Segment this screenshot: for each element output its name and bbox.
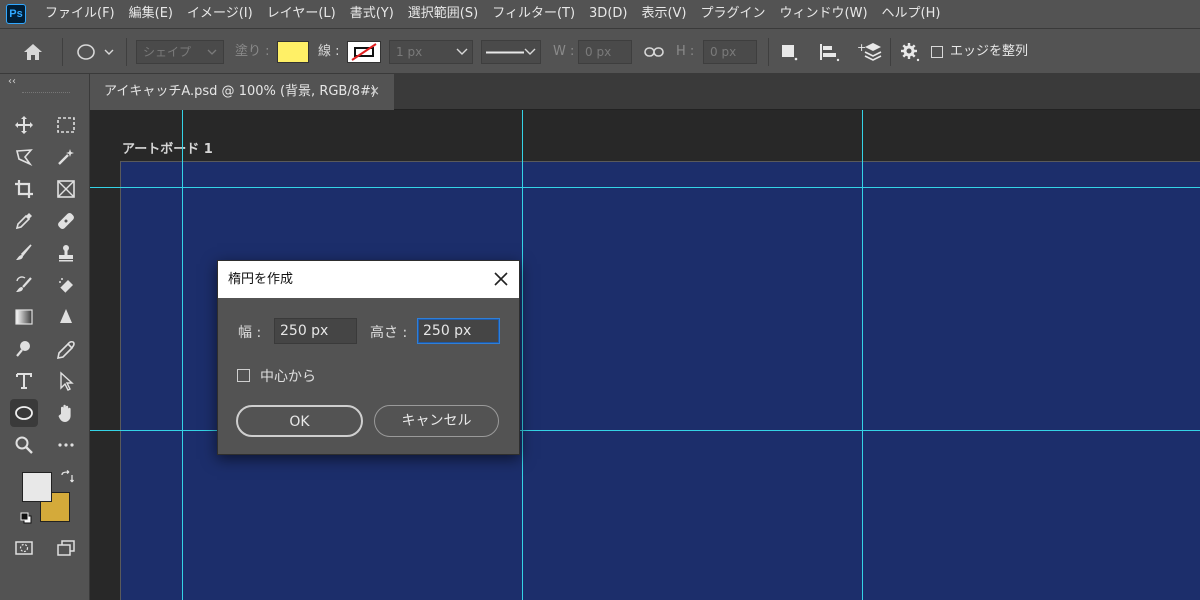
- h-value: 0 px: [710, 45, 737, 59]
- marquee-icon[interactable]: [52, 111, 80, 139]
- menu-select[interactable]: 選択範囲(S): [401, 0, 485, 28]
- default-colors-icon[interactable]: [20, 512, 32, 524]
- zoom-icon[interactable]: [10, 431, 38, 459]
- ellipse-icon[interactable]: [10, 399, 38, 427]
- eraser-icon[interactable]: [52, 271, 80, 299]
- width-label: 幅 :: [238, 325, 262, 341]
- tools-panel: ‹‹: [0, 74, 90, 600]
- document-tab[interactable]: アイキャッチA.psd @ 100% (背景, RGB/8#) ×: [90, 74, 394, 110]
- menu-filter[interactable]: フィルター(T): [485, 0, 582, 28]
- dodge-icon[interactable]: [10, 335, 38, 363]
- fill-swatch[interactable]: [277, 41, 309, 63]
- cancel-button[interactable]: キャンセル: [374, 405, 499, 437]
- menu-file[interactable]: ファイル(F): [38, 0, 122, 28]
- home-icon[interactable]: [22, 29, 44, 75]
- frame-icon[interactable]: [52, 175, 80, 203]
- h-field[interactable]: 0 px: [703, 40, 757, 64]
- link-icon[interactable]: [644, 29, 664, 75]
- document-tab-bar: アイキャッチA.psd @ 100% (背景, RGB/8#) ×: [90, 74, 1200, 110]
- artboard-label[interactable]: アートボード 1: [122, 138, 213, 157]
- width-input[interactable]: 250 px: [274, 318, 357, 344]
- ellipse-tool-preset-icon[interactable]: [75, 29, 115, 75]
- menu-layer[interactable]: レイヤー(L): [260, 0, 343, 28]
- path-operations-icon[interactable]: [779, 29, 799, 75]
- align-edges-label: エッジを整列: [950, 44, 1029, 59]
- svg-text:+: +: [857, 41, 866, 54]
- from-center-checkbox[interactable]: [237, 369, 250, 382]
- foreground-color-swatch[interactable]: [22, 472, 52, 502]
- photoshop-logo: Ps: [6, 4, 26, 24]
- options-bar: シェイプ 塗り : 線 : 1 px W : 0 px H : 0 px + エ…: [0, 28, 1200, 74]
- ok-button[interactable]: OK: [236, 405, 363, 437]
- lasso-icon[interactable]: [10, 143, 38, 171]
- height-input[interactable]: 250 px: [417, 318, 500, 344]
- close-icon[interactable]: [491, 269, 511, 289]
- pen-icon[interactable]: [52, 335, 80, 363]
- brush-icon[interactable]: [10, 239, 38, 267]
- eyedropper-icon[interactable]: [10, 207, 38, 235]
- path-select-icon[interactable]: [52, 367, 80, 395]
- chevron-down-icon: [207, 49, 217, 55]
- close-icon[interactable]: ×: [369, 74, 380, 110]
- crop-icon[interactable]: [10, 175, 38, 203]
- collapse-panel-icon[interactable]: ‹‹: [8, 76, 16, 87]
- from-center-label: 中心から: [260, 369, 316, 385]
- menu-help[interactable]: ヘルプ(H): [875, 0, 948, 28]
- more-icon[interactable]: [52, 431, 80, 459]
- align-edges-checkbox[interactable]: [931, 46, 943, 58]
- screen-mode-icon[interactable]: [52, 534, 80, 562]
- fill-label: 塗り :: [235, 44, 270, 59]
- height-value: 250 px: [423, 323, 472, 339]
- history-brush-icon[interactable]: [10, 271, 38, 299]
- quickmask-icon[interactable]: [10, 534, 38, 562]
- shape-mode-value: シェイプ: [143, 45, 192, 59]
- gear-icon[interactable]: [900, 29, 920, 75]
- create-ellipse-dialog: 楕円を作成 幅 : 250 px 高さ : 250 px 中心から OK キャン…: [217, 260, 520, 455]
- path-alignment-icon[interactable]: [818, 29, 840, 75]
- menu-plugins[interactable]: プラグイン: [694, 0, 773, 28]
- chevron-down-icon: [524, 48, 536, 55]
- height-label: 高さ :: [370, 325, 408, 341]
- menu-image[interactable]: イメージ(I): [180, 0, 260, 28]
- menu-bar: Ps ファイル(F) 編集(E) イメージ(I) レイヤー(L) 書式(Y) 選…: [0, 0, 1200, 28]
- path-arrangement-icon[interactable]: +: [857, 29, 883, 75]
- move-icon[interactable]: [10, 111, 38, 139]
- swap-colors-icon[interactable]: [60, 469, 75, 484]
- document-tab-title: アイキャッチA.psd @ 100% (背景, RGB/8#): [104, 84, 376, 99]
- blur-icon[interactable]: [52, 303, 80, 331]
- magic-wand-icon[interactable]: [52, 143, 80, 171]
- w-field[interactable]: 0 px: [578, 40, 632, 64]
- healing-icon[interactable]: [52, 207, 80, 235]
- type-icon[interactable]: [10, 367, 38, 395]
- stamp-icon[interactable]: [52, 239, 80, 267]
- dialog-titlebar[interactable]: 楕円を作成: [218, 261, 519, 298]
- guide-horizontal[interactable]: [90, 187, 1200, 188]
- stroke-type-select[interactable]: [481, 40, 541, 64]
- width-value: 250 px: [280, 323, 329, 339]
- stroke-width-field[interactable]: 1 px: [389, 40, 473, 64]
- stroke-label: 線 :: [318, 44, 340, 59]
- w-label: W :: [553, 44, 575, 59]
- guide-vertical[interactable]: [182, 110, 183, 600]
- menu-type[interactable]: 書式(Y): [343, 0, 401, 28]
- menu-3d[interactable]: 3D(D): [582, 0, 634, 28]
- stroke-swatch[interactable]: [347, 41, 381, 63]
- chevron-down-icon: [456, 48, 468, 55]
- h-label: H :: [676, 44, 695, 59]
- stroke-width-value: 1 px: [396, 45, 423, 59]
- gradient-icon[interactable]: [10, 303, 38, 331]
- guide-vertical[interactable]: [862, 110, 863, 600]
- menu-view[interactable]: 表示(V): [634, 0, 693, 28]
- w-value: 0 px: [585, 45, 612, 59]
- guide-vertical[interactable]: [522, 110, 523, 600]
- dialog-title: 楕円を作成: [228, 272, 294, 287]
- menu-edit[interactable]: 編集(E): [122, 0, 180, 28]
- hand-icon[interactable]: [52, 399, 80, 427]
- menu-window[interactable]: ウィンドウ(W): [773, 0, 875, 28]
- shape-mode-select[interactable]: シェイプ: [136, 40, 224, 64]
